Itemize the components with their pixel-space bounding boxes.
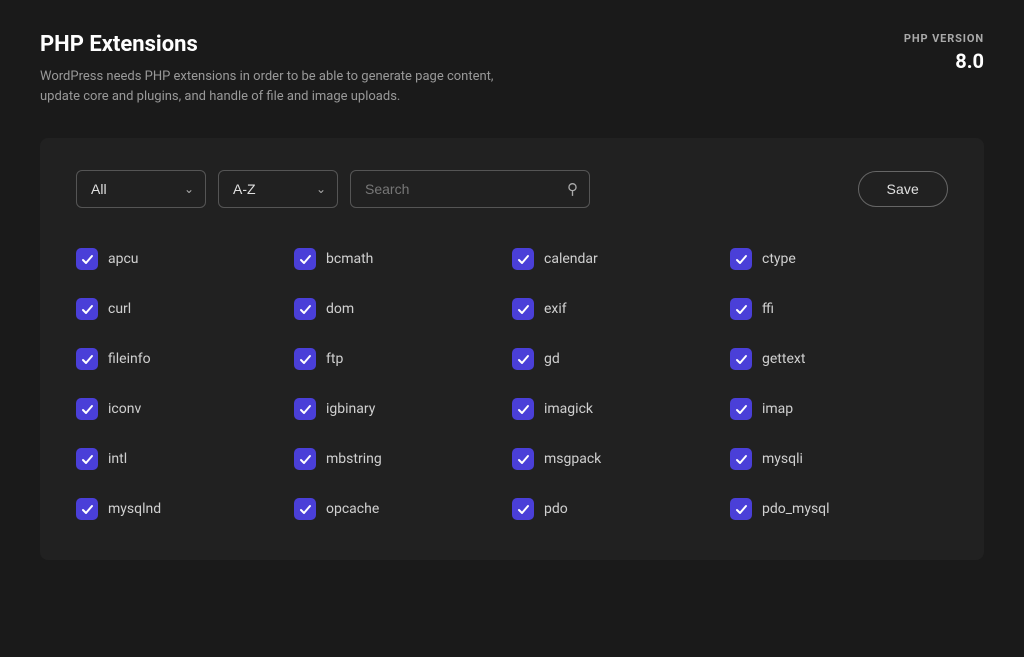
extension-checkbox[interactable] [76, 448, 98, 470]
filter-select-wrapper: All Enabled Disabled ⌄ [76, 170, 206, 208]
page-title: PHP Extensions [40, 32, 520, 57]
content-panel: All Enabled Disabled ⌄ A-Z Z-A ⌄ ⚲ Save [40, 138, 984, 560]
extension-checkbox[interactable] [76, 248, 98, 270]
extension-checkbox[interactable] [294, 448, 316, 470]
extension-checkbox[interactable] [512, 398, 534, 420]
extension-checkbox[interactable] [730, 398, 752, 420]
extension-checkbox[interactable] [512, 498, 534, 520]
extension-name: imagick [544, 401, 593, 417]
extension-checkbox[interactable] [512, 448, 534, 470]
header-right: PHP VERSION 8.0 [904, 32, 984, 73]
extension-name: imap [762, 401, 793, 417]
list-item: opcache [294, 498, 512, 520]
extension-name: dom [326, 301, 354, 317]
extension-checkbox[interactable] [294, 398, 316, 420]
extension-name: ffi [762, 301, 774, 317]
list-item: mysqli [730, 448, 948, 470]
extension-name: gettext [762, 351, 805, 367]
list-item: intl [76, 448, 294, 470]
list-item: exif [512, 298, 730, 320]
list-item: dom [294, 298, 512, 320]
extension-name: apcu [108, 251, 139, 267]
sort-select[interactable]: A-Z Z-A [218, 170, 338, 208]
php-version-label: PHP VERSION [904, 32, 984, 45]
extension-name: msgpack [544, 451, 601, 467]
extension-name: gd [544, 351, 560, 367]
extension-checkbox[interactable] [294, 298, 316, 320]
extension-name: iconv [108, 401, 141, 417]
list-item: curl [76, 298, 294, 320]
extensions-grid: apcu bcmath calendar ctype curl dom exif… [76, 248, 948, 520]
extension-checkbox[interactable] [730, 348, 752, 370]
list-item: mbstring [294, 448, 512, 470]
sort-select-wrapper: A-Z Z-A ⌄ [218, 170, 338, 208]
extension-name: fileinfo [108, 351, 151, 367]
extension-name: curl [108, 301, 131, 317]
list-item: bcmath [294, 248, 512, 270]
extension-name: exif [544, 301, 567, 317]
extension-checkbox[interactable] [730, 248, 752, 270]
extension-checkbox[interactable] [294, 498, 316, 520]
extension-checkbox[interactable] [512, 298, 534, 320]
list-item: gd [512, 348, 730, 370]
list-item: msgpack [512, 448, 730, 470]
list-item: ctype [730, 248, 948, 270]
list-item: gettext [730, 348, 948, 370]
list-item: imagick [512, 398, 730, 420]
extension-name: ftp [326, 351, 343, 367]
toolbar: All Enabled Disabled ⌄ A-Z Z-A ⌄ ⚲ Save [76, 170, 948, 208]
list-item: mysqlnd [76, 498, 294, 520]
page-header: PHP Extensions WordPress needs PHP exten… [40, 32, 984, 106]
extension-checkbox[interactable] [730, 298, 752, 320]
list-item: fileinfo [76, 348, 294, 370]
extension-checkbox[interactable] [76, 298, 98, 320]
list-item: apcu [76, 248, 294, 270]
list-item: iconv [76, 398, 294, 420]
list-item: igbinary [294, 398, 512, 420]
extension-checkbox[interactable] [294, 348, 316, 370]
extension-checkbox[interactable] [730, 498, 752, 520]
extension-checkbox[interactable] [512, 248, 534, 270]
extension-checkbox[interactable] [730, 448, 752, 470]
extension-checkbox[interactable] [294, 248, 316, 270]
search-input[interactable] [350, 170, 590, 208]
extension-name: mbstring [326, 451, 382, 467]
extension-checkbox[interactable] [76, 498, 98, 520]
filter-select[interactable]: All Enabled Disabled [76, 170, 206, 208]
extension-checkbox[interactable] [76, 348, 98, 370]
extension-name: opcache [326, 501, 379, 517]
list-item: imap [730, 398, 948, 420]
extension-name: pdo_mysql [762, 501, 830, 517]
page-description: WordPress needs PHP extensions in order … [40, 67, 520, 106]
extension-checkbox[interactable] [76, 398, 98, 420]
save-button[interactable]: Save [858, 171, 948, 207]
extension-name: igbinary [326, 401, 375, 417]
list-item: ffi [730, 298, 948, 320]
search-wrapper: ⚲ [350, 170, 590, 208]
extension-name: mysqli [762, 451, 803, 467]
extension-checkbox[interactable] [512, 348, 534, 370]
extension-name: ctype [762, 251, 796, 267]
list-item: pdo [512, 498, 730, 520]
header-left: PHP Extensions WordPress needs PHP exten… [40, 32, 520, 106]
extension-name: pdo [544, 501, 568, 517]
extension-name: calendar [544, 251, 598, 267]
list-item: calendar [512, 248, 730, 270]
list-item: pdo_mysql [730, 498, 948, 520]
extension-name: mysqlnd [108, 501, 161, 517]
extension-name: bcmath [326, 251, 373, 267]
php-version-value: 8.0 [904, 49, 984, 73]
list-item: ftp [294, 348, 512, 370]
extension-name: intl [108, 451, 127, 467]
